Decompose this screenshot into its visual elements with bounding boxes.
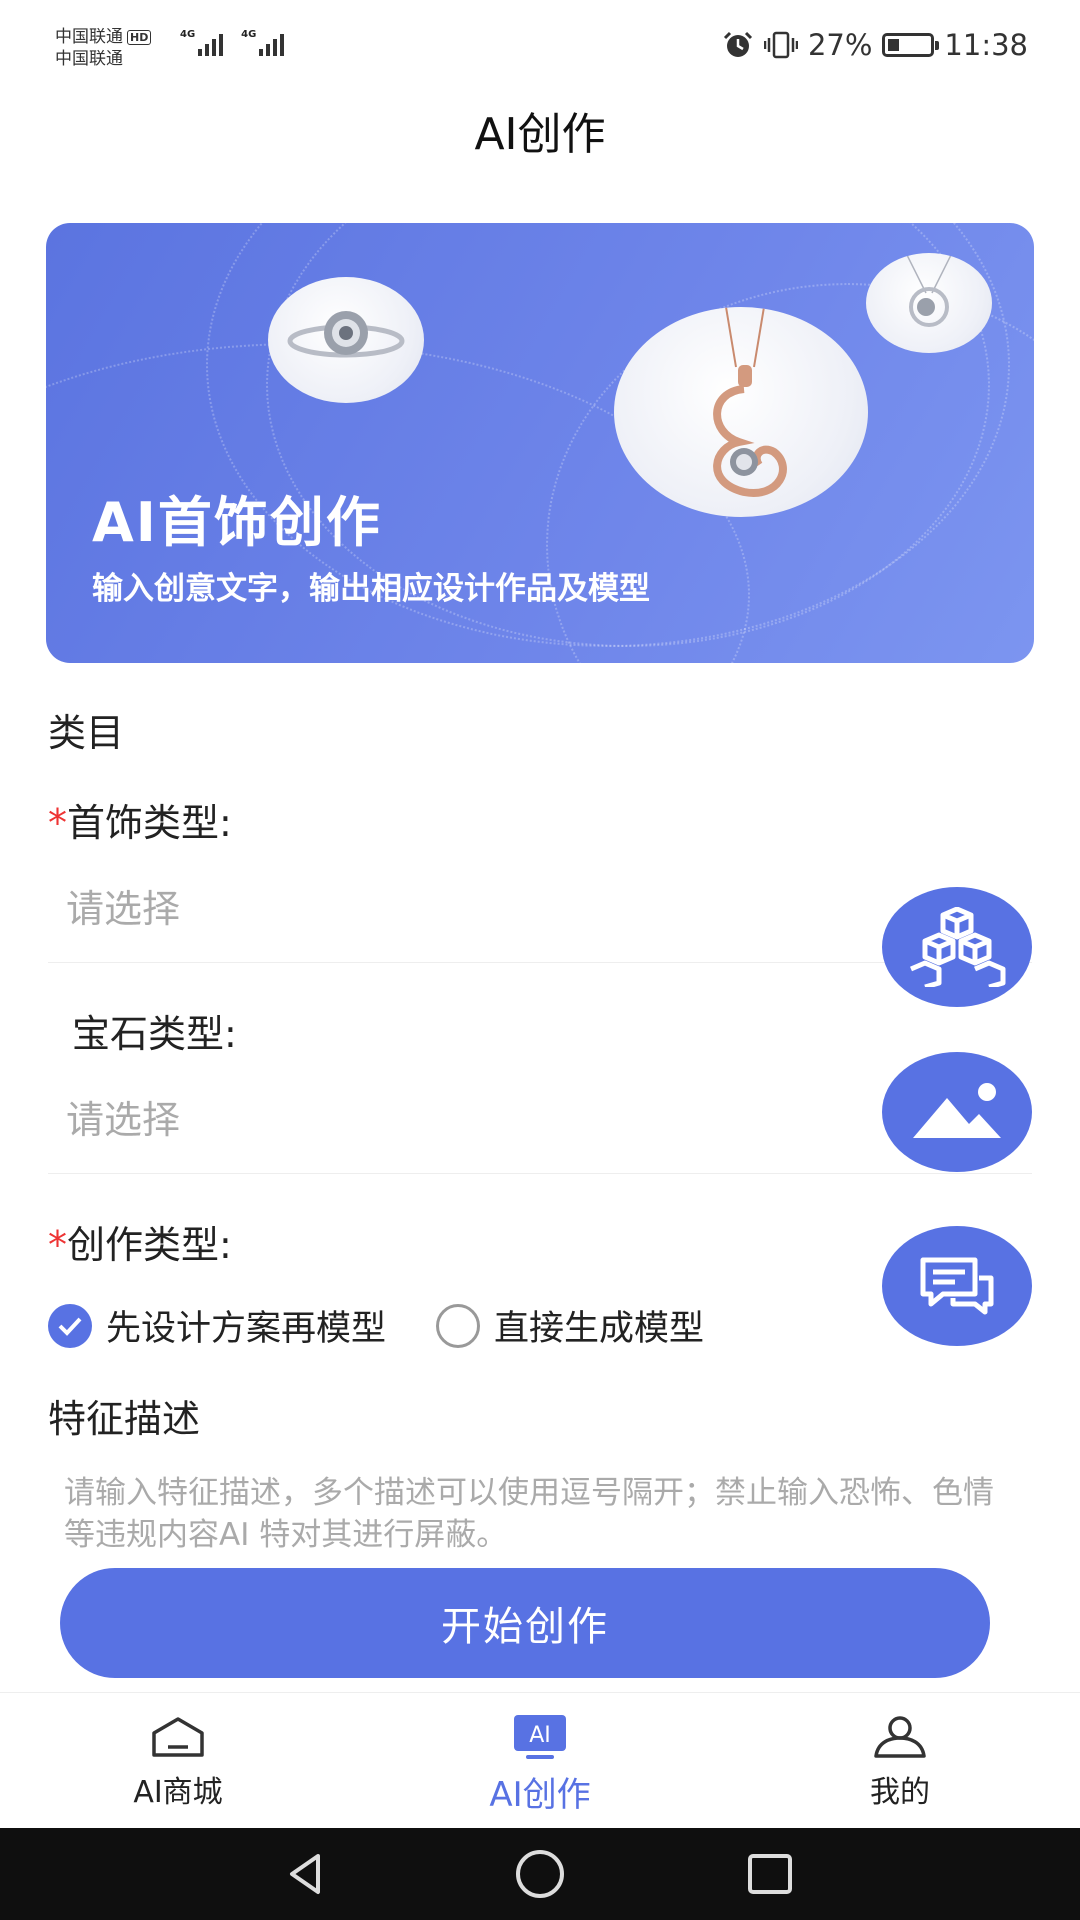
network-type-1: 4G <box>180 29 196 40</box>
tab-label: AI商城 <box>133 1775 223 1810</box>
banner-title: AI首饰创作 <box>92 491 382 554</box>
required-mark: * <box>48 1223 67 1267</box>
clock: 11:38 <box>944 28 1028 62</box>
tab-mine[interactable]: 我的 <box>800 1693 1000 1829</box>
status-right: 27% 11:38 <box>722 28 1028 62</box>
chat-button[interactable] <box>882 1226 1032 1346</box>
jewelry-type-placeholder: 请选择 <box>66 887 181 931</box>
tab-label: AI创作 <box>489 1775 591 1815</box>
divider <box>48 1173 1032 1174</box>
battery-icon <box>882 33 940 57</box>
jewelry-type-label: *首饰类型: <box>48 792 232 847</box>
carrier-info: 中国联通 HD 中国联通 <box>55 26 152 70</box>
gem-type-placeholder: 请选择 <box>66 1098 181 1142</box>
category-label: 类目 <box>48 711 125 755</box>
image-button[interactable] <box>882 1052 1032 1172</box>
feature-label: 特征描述 <box>48 1397 201 1441</box>
feature-description-input[interactable]: 请输入特征描述，多个描述可以使用逗号隔开；禁止输入恐怖、色情等违规内容AI 特对… <box>64 1472 1024 1556</box>
radio-option-design-first[interactable]: 先设计方案再模型 <box>48 1300 386 1351</box>
vibrate-icon <box>763 31 798 59</box>
radio-option-label: 直接生成模型 <box>494 1309 705 1349</box>
gem-type-select[interactable]: 请选择 <box>66 1089 866 1144</box>
jewelry-type-select[interactable]: 请选择 <box>66 878 866 933</box>
system-nav-bar <box>0 1828 1080 1920</box>
radio-option-label: 先设计方案再模型 <box>106 1309 387 1349</box>
home-nav-icon[interactable] <box>514 1848 566 1900</box>
radio-empty-icon <box>436 1303 481 1348</box>
tab-ai-mall[interactable]: AI商城 <box>78 1693 278 1829</box>
home-icon <box>152 1717 204 1757</box>
network-type-2: 4G <box>241 29 257 40</box>
page-title: AI创作 <box>474 109 606 160</box>
carrier-name-1: 中国联通 <box>55 27 123 47</box>
ai-icon: AI <box>514 1715 566 1759</box>
chat-icon <box>920 1257 994 1315</box>
necklace-image <box>866 253 992 353</box>
banner-subtitle: 输入创意文字，输出相应设计作品及模型 <box>92 571 650 607</box>
image-icon <box>913 1083 1001 1138</box>
check-icon <box>48 1303 92 1348</box>
cubes-icon <box>910 907 1006 987</box>
signal-indicators: 4G 4G <box>180 29 285 56</box>
battery-percent: 27% <box>807 28 873 62</box>
recent-apps-icon[interactable] <box>746 1850 794 1898</box>
pendant-image <box>614 307 868 517</box>
tab-label: 我的 <box>870 1775 930 1810</box>
required-mark: * <box>48 801 67 845</box>
radio-option-direct-model[interactable]: 直接生成模型 <box>436 1300 704 1351</box>
ai-icon-text: AI <box>529 1723 551 1748</box>
start-creation-button[interactable]: 开始创作 <box>60 1568 990 1678</box>
signal-icon: 4G <box>241 29 285 56</box>
creation-type-text: 创作类型: <box>67 1223 232 1267</box>
creation-type-options: 先设计方案再模型 直接生成模型 <box>48 1300 704 1351</box>
tab-ai-creation[interactable]: AI AI创作 <box>440 1693 640 1829</box>
tab-bar: AI商城 AI AI创作 我的 <box>0 1692 1080 1829</box>
gem-type-label: 宝石类型: <box>72 1012 237 1056</box>
back-icon[interactable] <box>282 1850 330 1898</box>
banner[interactable]: AI首饰创作 输入创意文字，输出相应设计作品及模型 <box>46 223 1034 663</box>
cubes-button[interactable] <box>882 887 1032 1007</box>
hd-badge: HD <box>127 29 152 45</box>
carrier-name-2: 中国联通 <box>55 49 123 69</box>
user-icon <box>874 1716 926 1758</box>
alarm-icon <box>723 31 753 57</box>
ring-image <box>268 277 424 403</box>
jewelry-type-text: 首饰类型: <box>67 801 232 845</box>
signal-icon: 4G <box>180 29 224 56</box>
creation-type-label: *创作类型: <box>48 1214 232 1269</box>
